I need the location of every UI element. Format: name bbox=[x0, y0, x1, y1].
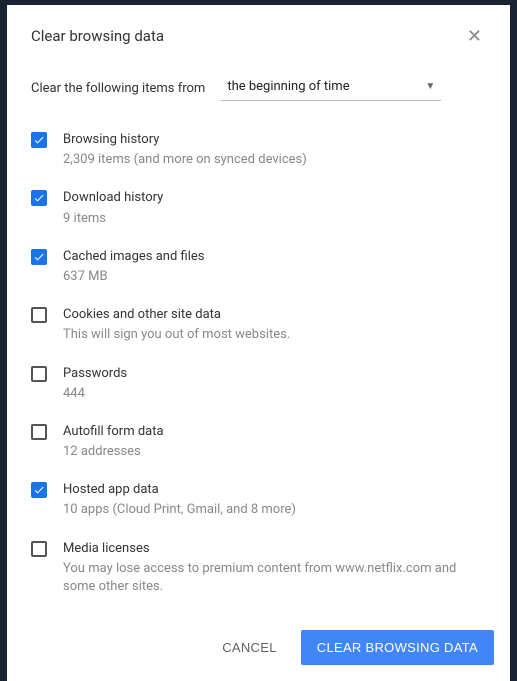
checkbox[interactable] bbox=[31, 366, 47, 382]
checkbox[interactable] bbox=[31, 424, 47, 440]
item-row: Browsing history 2,309 items (and more on… bbox=[31, 121, 486, 179]
clear-browsing-data-dialog: Clear browsing data ✕ Clear the followin… bbox=[7, 5, 510, 681]
item-title: Cookies and other site data bbox=[63, 306, 486, 324]
item-text: Autofill form data 12 addresses bbox=[63, 423, 486, 461]
item-title: Hosted app data bbox=[63, 481, 486, 499]
timerange-label: Clear the following items from bbox=[31, 81, 205, 96]
item-text: Hosted app data 10 apps (Cloud Print, Gma… bbox=[63, 481, 486, 519]
item-text: Download history 9 items bbox=[63, 189, 486, 227]
items-list: Browsing history 2,309 items (and more on… bbox=[7, 111, 510, 616]
item-title: Autofill form data bbox=[63, 423, 486, 441]
item-sub: 637 MB bbox=[63, 268, 486, 286]
item-text: Browsing history 2,309 items (and more on… bbox=[63, 131, 486, 169]
cancel-button[interactable]: CANCEL bbox=[210, 632, 289, 663]
item-sub: 9 items bbox=[63, 210, 486, 228]
checkbox[interactable] bbox=[31, 541, 47, 557]
chevron-down-icon: ▼ bbox=[425, 81, 435, 92]
dialog-footer: CANCEL CLEAR BROWSING DATA bbox=[7, 616, 510, 681]
item-row: Media licenses You may lose access to pre… bbox=[31, 530, 486, 607]
item-sub: This will sign you out of most websites. bbox=[63, 326, 486, 344]
checkbox[interactable] bbox=[31, 190, 47, 206]
item-title: Browsing history bbox=[63, 131, 486, 149]
close-icon: ✕ bbox=[467, 26, 482, 46]
close-button[interactable]: ✕ bbox=[463, 23, 486, 49]
item-row: Autofill form data 12 addresses bbox=[31, 413, 486, 471]
item-title: Cached images and files bbox=[63, 248, 486, 266]
item-row: Download history 9 items bbox=[31, 179, 486, 237]
timerange-value: the beginning of time bbox=[227, 79, 349, 94]
item-title: Download history bbox=[63, 189, 486, 207]
item-text: Cached images and files 637 MB bbox=[63, 248, 486, 286]
item-row: Hosted app data 10 apps (Cloud Print, Gma… bbox=[31, 471, 486, 529]
item-row: Cached images and files 637 MB bbox=[31, 238, 486, 296]
item-text: Passwords 444 bbox=[63, 365, 486, 403]
timerange-select[interactable]: the beginning of time ▼ bbox=[221, 75, 441, 101]
item-sub: 10 apps (Cloud Print, Gmail, and 8 more) bbox=[63, 501, 486, 519]
item-title: Media licenses bbox=[63, 540, 486, 558]
checkbox[interactable] bbox=[31, 482, 47, 498]
checkbox[interactable] bbox=[31, 307, 47, 323]
item-sub: 2,309 items (and more on synced devices) bbox=[63, 151, 486, 169]
clear-button[interactable]: CLEAR BROWSING DATA bbox=[301, 630, 494, 665]
item-text: Cookies and other site data This will sig… bbox=[63, 306, 486, 344]
timerange-row: Clear the following items from the begin… bbox=[7, 57, 510, 111]
checkbox[interactable] bbox=[31, 249, 47, 265]
item-sub: 12 addresses bbox=[63, 443, 486, 461]
item-text: Media licenses You may lose access to pre… bbox=[63, 540, 486, 597]
dialog-header: Clear browsing data ✕ bbox=[7, 5, 510, 57]
checkbox[interactable] bbox=[31, 132, 47, 148]
item-row: Cookies and other site data This will sig… bbox=[31, 296, 486, 354]
item-title: Passwords bbox=[63, 365, 486, 383]
dialog-title: Clear browsing data bbox=[31, 27, 164, 45]
item-row: Passwords 444 bbox=[31, 355, 486, 413]
item-sub: 444 bbox=[63, 385, 486, 403]
item-sub: You may lose access to premium content f… bbox=[63, 560, 486, 596]
